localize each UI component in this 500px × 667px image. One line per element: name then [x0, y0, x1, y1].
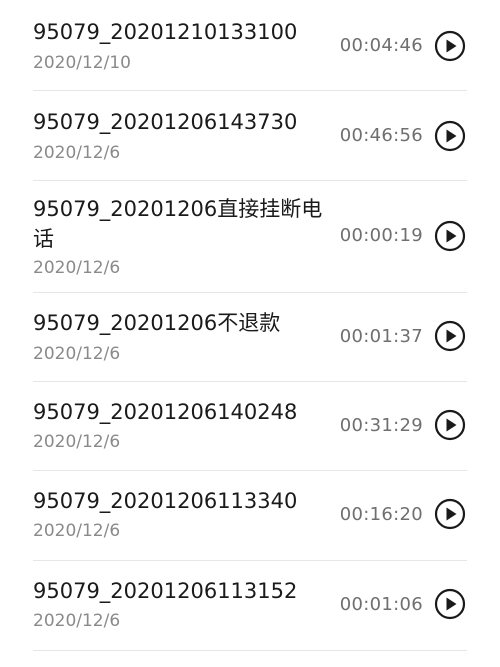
list-item[interactable]: 95079_20201206143730 2020/12/6 00:46:56: [0, 90, 500, 181]
recording-title: 95079_20201206140248: [33, 400, 298, 424]
play-circle-icon: [434, 30, 466, 62]
recording-duration: 00:01:37: [339, 326, 423, 347]
play-button[interactable]: [434, 220, 466, 252]
play-circle-icon: [434, 409, 466, 441]
play-circle-icon: [434, 588, 466, 620]
recording-list: 95079_20201210133100 2020/12/10 00:04:46…: [0, 0, 500, 667]
play-circle-icon: [434, 120, 466, 152]
play-button[interactable]: [434, 588, 466, 620]
play-button[interactable]: [434, 320, 466, 352]
recording-duration: 00:04:46: [339, 35, 423, 56]
recording-duration: 00:01:06: [339, 594, 423, 615]
recording-duration: 00:31:29: [339, 415, 423, 436]
recording-duration: 00:46:56: [339, 125, 423, 146]
recording-title: 95079_20201206113152: [33, 579, 298, 603]
play-circle-icon: [434, 498, 466, 530]
list-item[interactable]: 95079_20201206113152 2020/12/6 00:01:06: [0, 560, 500, 651]
recording-title: 95079_20201206113340: [33, 489, 298, 513]
play-button[interactable]: [434, 30, 466, 62]
play-circle-icon: [434, 220, 466, 252]
list-item[interactable]: 95079_20201206直接挂断电话 2020/12/6 00:00:19: [0, 180, 500, 293]
recording-title: 95079_20201210133100: [33, 20, 298, 44]
play-circle-icon: [434, 320, 466, 352]
list-item[interactable]: 95079_20201210133100 2020/12/10 00:04:46: [0, 0, 500, 91]
play-button[interactable]: [434, 409, 466, 441]
recording-title: 95079_20201206不退款: [33, 311, 281, 335]
list-item[interactable]: 95079_20201206140248 2020/12/6 00:31:29: [0, 381, 500, 471]
recording-date: 2020/12/6: [33, 611, 121, 631]
recording-duration: 00:00:19: [339, 225, 423, 246]
play-button[interactable]: [434, 120, 466, 152]
recording-date: 2020/12/10: [33, 53, 131, 73]
recording-title: 95079_20201206直接挂断电话: [33, 197, 323, 251]
recording-date: 2020/12/6: [33, 432, 121, 452]
list-item[interactable]: 95079_20201206113340 2020/12/6 00:16:20: [0, 470, 500, 561]
recording-date: 2020/12/6: [33, 143, 121, 163]
recording-date: 2020/12/6: [33, 521, 121, 541]
recording-duration: 00:16:20: [339, 504, 423, 525]
divider: [33, 650, 467, 651]
recording-title: 95079_20201206143730: [33, 110, 298, 134]
play-button[interactable]: [434, 498, 466, 530]
recording-date: 2020/12/6: [33, 258, 121, 278]
recording-date: 2020/12/6: [33, 344, 121, 364]
list-item[interactable]: 95079_20201206不退款 2020/12/6 00:01:37: [0, 292, 500, 382]
